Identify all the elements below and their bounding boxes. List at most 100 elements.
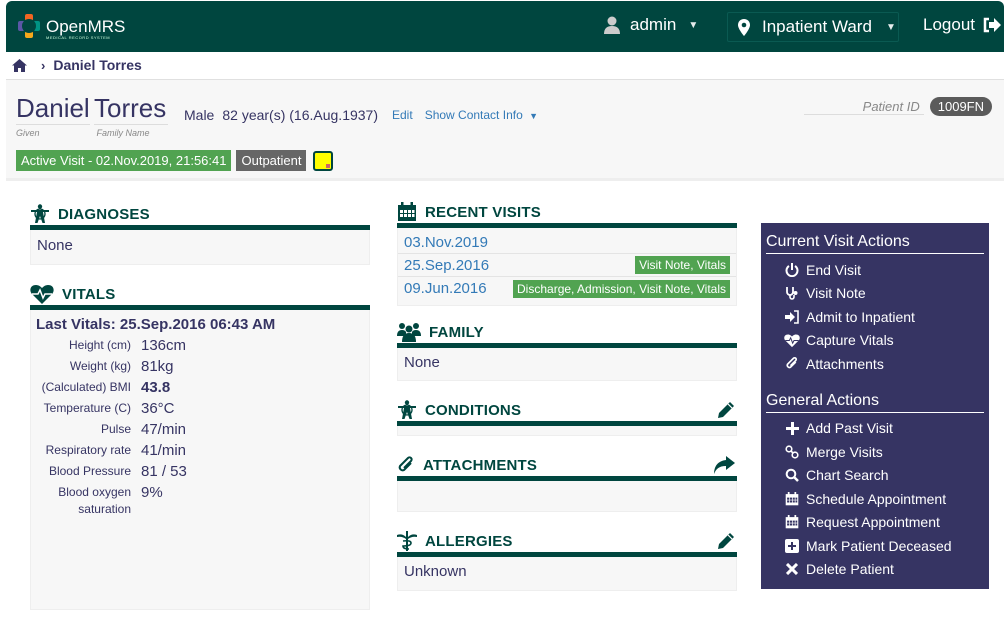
active-visit-badge[interactable]: Active Visit - 02.Nov.2019, 21:56:41 <box>16 150 232 171</box>
vital-value: 81kg <box>141 358 174 375</box>
name-labels: Given Family Name <box>16 128 150 138</box>
allergies-body: Unknown <box>397 557 737 591</box>
location-name: Inpatient Ward <box>762 17 872 36</box>
home-icon[interactable] <box>12 58 27 72</box>
plus-icon <box>784 421 800 435</box>
stethoscope-icon <box>784 286 800 301</box>
visit-note-action[interactable]: Visit Note <box>766 282 984 306</box>
vital-label: (Calculated) BMI <box>41 380 131 394</box>
request-appointment-action[interactable]: Request Appointment <box>766 511 984 535</box>
share-icon[interactable] <box>713 456 735 474</box>
action-label: Capture Vitals <box>806 332 894 349</box>
openmrs-logo-icon <box>18 14 40 38</box>
attachments-header: ATTACHMENTS <box>397 454 737 476</box>
admit-to-inpatient-action[interactable]: Admit to Inpatient <box>766 305 984 329</box>
last-vitals-date: Last Vitals: 25.Sep.2016 06:43 AM <box>36 316 276 333</box>
action-label: Admit to Inpatient <box>806 308 915 325</box>
vital-value: 43.8 <box>141 379 171 396</box>
patient-name: Daniel Torres <box>16 93 169 125</box>
action-label: Add Past Visit <box>806 420 893 437</box>
action-label: Mark Patient Deceased <box>806 537 952 554</box>
calendar-icon <box>398 202 416 221</box>
visit-encounters-tag: Discharge, Admission, Visit Note, Vitals <box>513 279 730 298</box>
patient-demographics: Male 82 year(s) (16.Aug.1937) Edit Show … <box>184 107 538 123</box>
family-icon <box>397 323 421 342</box>
patient-header: Daniel Torres Given Family Name Male 82 … <box>6 79 1004 181</box>
breadcrumb: › Daniel Torres <box>12 57 142 73</box>
visit-date-link[interactable]: 03.Nov.2019 <box>404 234 488 251</box>
pencil-icon[interactable] <box>717 532 735 550</box>
top-header: OpenMRS MEDICAL RECORD SYSTEM admin ▼ In… <box>6 1 1004 52</box>
sticky-note-icon[interactable] <box>313 150 334 171</box>
delete-patient-action[interactable]: Delete Patient <box>766 558 984 582</box>
edit-link[interactable]: Edit <box>392 108 413 122</box>
mark-patient-deceased-action[interactable]: Mark Patient Deceased <box>766 534 984 558</box>
visit-item: 03.Nov.2019 <box>398 231 736 254</box>
logout-button[interactable]: Logout <box>923 15 1001 35</box>
vital-row: (Calculated) BMI 43.8 <box>31 379 369 396</box>
visit-type-badge: Outpatient <box>236 150 307 171</box>
conditions-body <box>397 426 737 436</box>
vital-value: 41/min <box>141 442 187 459</box>
visit-date-link[interactable]: 09.Jun.2016 <box>404 280 487 297</box>
end-visit-action[interactable]: End Visit <box>766 258 984 282</box>
given-label: Given <box>16 128 40 138</box>
diagnosis-icon <box>398 400 416 419</box>
vital-row: Height (cm) 136cm <box>31 337 369 354</box>
show-contact-info-link[interactable]: Show Contact Info ▼ <box>425 108 538 122</box>
diagnoses-section: DIAGNOSES None <box>30 203 370 265</box>
recent-visits-title: RECENT VISITS <box>425 203 541 221</box>
conditions-title: CONDITIONS <box>425 401 522 419</box>
calendar-icon <box>784 515 800 529</box>
add-past-visit-action[interactable]: Add Past Visit <box>766 417 984 441</box>
gender: Male <box>184 107 215 123</box>
recent-visits-section: RECENT VISITS 03.Nov.2019 25.Sep.2016 Vis… <box>397 201 737 306</box>
search-icon <box>784 468 800 483</box>
attachments-title: ATTACHMENTS <box>423 456 538 474</box>
chevron-down-icon: ▼ <box>688 19 699 31</box>
sign-in-icon <box>784 309 800 324</box>
visit-badges: Active Visit - 02.Nov.2019, 21:56:41 Out… <box>16 150 334 171</box>
user-menu[interactable]: admin ▼ <box>604 15 698 35</box>
vital-label: Blood oxygen saturation <box>58 485 131 516</box>
vital-label: Weight (kg) <box>69 359 131 373</box>
capture-vitals-action[interactable]: Capture Vitals <box>766 329 984 353</box>
paperclip-icon <box>784 356 800 371</box>
visit-date-link[interactable]: 25.Sep.2016 <box>404 257 489 274</box>
patient-id: Patient ID 1009FN <box>803 97 992 116</box>
openmrs-logo[interactable]: OpenMRS MEDICAL RECORD SYSTEM <box>16 11 125 41</box>
action-label: Chart Search <box>806 467 889 484</box>
link-icon <box>784 445 800 459</box>
family-name: Torres <box>94 93 169 125</box>
vital-row: Respiratory rate 41/min <box>31 442 369 459</box>
vital-label: Blood Pressure <box>48 464 131 478</box>
chevron-right-icon: › <box>41 57 46 73</box>
pencil-icon[interactable] <box>717 401 735 419</box>
chart-search-action[interactable]: Chart Search <box>766 464 984 488</box>
diagnoses-title: DIAGNOSES <box>58 205 150 223</box>
power-icon <box>784 262 800 277</box>
family-section: FAMILY None <box>397 321 737 381</box>
calendar-icon <box>784 491 800 506</box>
family-title: FAMILY <box>429 323 484 341</box>
vital-value: 9% <box>141 484 163 501</box>
vital-value: 136cm <box>141 337 187 354</box>
action-label: Merge Visits <box>806 443 883 460</box>
patient-id-label: Patient ID <box>803 99 924 115</box>
visit-item: 25.Sep.2016 Visit Note, Vitals <box>398 254 736 277</box>
vital-value: 36°C <box>141 400 175 417</box>
schedule-appointment-action[interactable]: Schedule Appointment <box>766 487 984 511</box>
map-marker-icon <box>738 18 750 36</box>
app-subtitle: MEDICAL RECORD SYSTEM <box>46 35 111 40</box>
middle-column: RECENT VISITS 03.Nov.2019 25.Sep.2016 Vis… <box>397 201 737 591</box>
visit-encounters-tag: Visit Note, Vitals <box>635 256 730 274</box>
conditions-header: CONDITIONS <box>397 399 737 421</box>
merge-visits-action[interactable]: Merge Visits <box>766 440 984 464</box>
vital-row: Pulse 47/min <box>31 421 369 438</box>
close-icon <box>784 563 800 576</box>
attachments-action[interactable]: Attachments <box>766 352 984 376</box>
heartbeat-icon <box>784 333 800 348</box>
vitals-header: VITALS <box>30 283 370 305</box>
attachments-body <box>397 481 737 512</box>
location-selector[interactable]: Inpatient Ward ▼ <box>727 12 899 42</box>
